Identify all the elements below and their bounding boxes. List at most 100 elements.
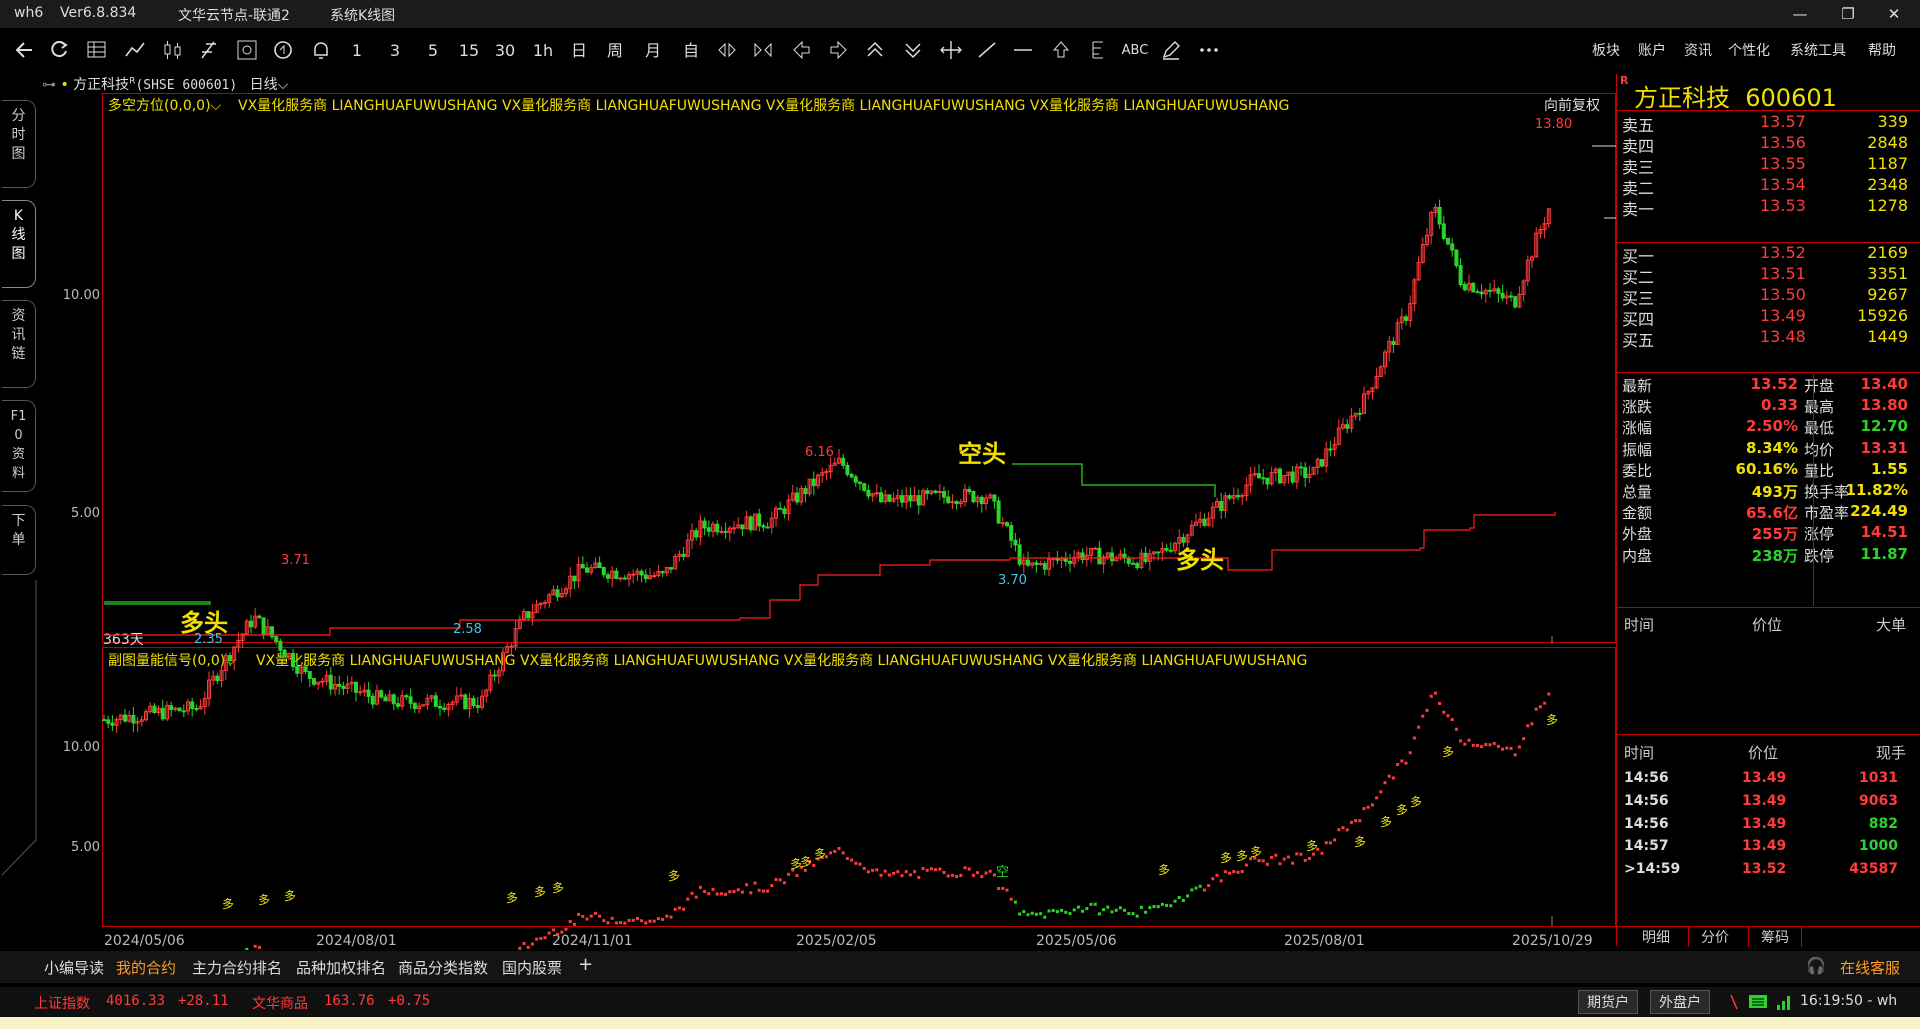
menu-personalize[interactable]: 个性化: [1728, 40, 1770, 60]
candle-body: [946, 496, 951, 504]
volume-signal-dot: [1005, 888, 1009, 892]
volume-signal-dot: [606, 921, 610, 925]
volume-signal-dot: [782, 881, 786, 885]
index1-name[interactable]: 上证指数: [34, 993, 90, 1013]
candle-body: [215, 675, 220, 682]
candle-body: [845, 464, 850, 475]
volume-signal-dot: [547, 931, 551, 935]
volume-signal-dot: [1433, 691, 1437, 695]
volume-signal-dot: [1089, 902, 1093, 906]
long-signal-glyph: 多: [1236, 849, 1248, 863]
tab-editor-guide[interactable]: 小编导读: [44, 957, 104, 978]
volume-signal-dot: [908, 873, 912, 877]
status-bar: 上证指数 4016.33 +28.11 文华商品 163.76 +0.75 期货…: [0, 987, 1920, 1017]
long-signal-glyph: 多: [284, 889, 296, 903]
candle-body: [102, 719, 106, 722]
candle-body: [1202, 518, 1207, 526]
tick-volume: 1000: [1859, 838, 1898, 855]
volume-signal-dot: [770, 884, 774, 888]
level-volume: 1449: [1867, 327, 1908, 346]
candle-body: [618, 577, 623, 580]
candle-body: [614, 570, 619, 579]
stat-value: 238万: [1751, 546, 1798, 565]
volume-signal-dot: [1501, 747, 1505, 751]
ask-level[interactable]: 卖一 13.53 1278: [1620, 196, 1916, 222]
quote-tabs: 明细 分价 筹码: [1616, 926, 1920, 947]
candle-body: [631, 573, 636, 576]
tab-chips[interactable]: 筹码: [1748, 927, 1802, 947]
long-signal-glyph: 多: [222, 897, 234, 911]
volume-signal-dot: [1009, 897, 1013, 901]
volume-signal-dot: [1324, 841, 1328, 845]
tab-detail[interactable]: 明细: [1630, 927, 1682, 947]
col-vol: 现手: [1875, 744, 1906, 762]
bid-level[interactable]: 买五 13.48 1449: [1620, 327, 1916, 353]
candle-body: [1320, 459, 1324, 467]
tab-price-dist[interactable]: 分价: [1688, 927, 1741, 947]
trough-label: 2.58: [453, 622, 482, 637]
volume-signal-dot: [1526, 724, 1530, 728]
menu-account[interactable]: 账户: [1638, 40, 1666, 60]
candle-body: [307, 671, 312, 679]
volume-signal-dot: [1219, 879, 1223, 883]
kline-chart[interactable]: 多多多多多多多多多多多多多多多多多多多多多空: [0, 0, 1616, 950]
level-price: 13.53: [1760, 196, 1806, 215]
long-signal-glyph: 多: [1354, 835, 1366, 849]
candle-body: [979, 496, 984, 505]
index1-value: 4016.33: [106, 993, 166, 1009]
candle-body: [412, 702, 417, 710]
candle-body: [475, 705, 480, 708]
candle-body: [1068, 560, 1072, 564]
tab-main-contract-rank[interactable]: 主力合约排名: [192, 957, 282, 978]
close-button[interactable]: ✕: [1876, 2, 1912, 26]
volume-signal-dot: [1417, 725, 1421, 729]
divider: [1616, 607, 1920, 608]
candle-body: [1063, 557, 1068, 562]
candle-body: [249, 620, 253, 628]
volume-signal-dot: [1442, 710, 1446, 714]
candle-body: [358, 691, 363, 694]
menu-news[interactable]: 资讯: [1684, 40, 1712, 60]
volume-signal-dot: [686, 897, 690, 901]
volume-signal-dot: [1522, 737, 1526, 741]
candle-body: [274, 636, 279, 642]
volume-signal-dot: [1135, 914, 1139, 918]
stat-label: 均价: [1804, 440, 1835, 459]
tab-category-index[interactable]: 商品分类指数: [398, 957, 488, 978]
volume-signal-dot: [648, 919, 652, 923]
stat-label: 换手率: [1804, 483, 1850, 501]
long-signal-label: 多头: [180, 609, 228, 637]
minimize-button[interactable]: —: [1782, 2, 1818, 26]
volume-signal-dot: [1060, 908, 1064, 912]
tab-weighted-rank[interactable]: 品种加权排名: [296, 957, 386, 978]
candle-body: [694, 530, 699, 538]
volume-signal-dot: [967, 867, 971, 871]
candle-body: [1034, 562, 1039, 565]
volume-signal-dot: [1064, 910, 1068, 914]
tick-time: 14:56: [1624, 792, 1669, 809]
headset-icon[interactable]: 🎧: [1806, 956, 1826, 975]
tab-my-contracts[interactable]: 我的合约: [116, 957, 176, 978]
candle-body: [862, 483, 867, 491]
tick-price: 13.49: [1742, 770, 1787, 786]
volume-signal-dot: [732, 890, 736, 894]
candle-body: [1126, 557, 1131, 564]
customer-service-link[interactable]: 在线客服: [1840, 957, 1900, 978]
restore-button[interactable]: ❐: [1830, 2, 1866, 26]
candle-body: [1290, 471, 1295, 483]
external-account-button[interactable]: 外盘户: [1650, 990, 1710, 1014]
volume-signal-dot: [1114, 908, 1118, 912]
futures-account-button[interactable]: 期货户: [1578, 990, 1638, 1014]
menu-tools[interactable]: 系统工具: [1790, 40, 1846, 60]
index2-name[interactable]: 文华商品: [252, 993, 308, 1013]
volume-signal-dot: [623, 921, 627, 925]
volume-signal-dot: [1366, 805, 1370, 809]
long-signal-glyph: 多: [1220, 851, 1232, 865]
volume-signal-dot: [724, 892, 728, 896]
menu-help[interactable]: 帮助: [1868, 40, 1896, 60]
volume-signal-dot: [1295, 852, 1299, 856]
add-tab-button[interactable]: +: [578, 954, 593, 975]
volume-signal-dot: [1379, 790, 1383, 794]
tab-domestic-stocks[interactable]: 国内股票: [502, 957, 562, 978]
volume-signal-dot: [1349, 820, 1353, 824]
